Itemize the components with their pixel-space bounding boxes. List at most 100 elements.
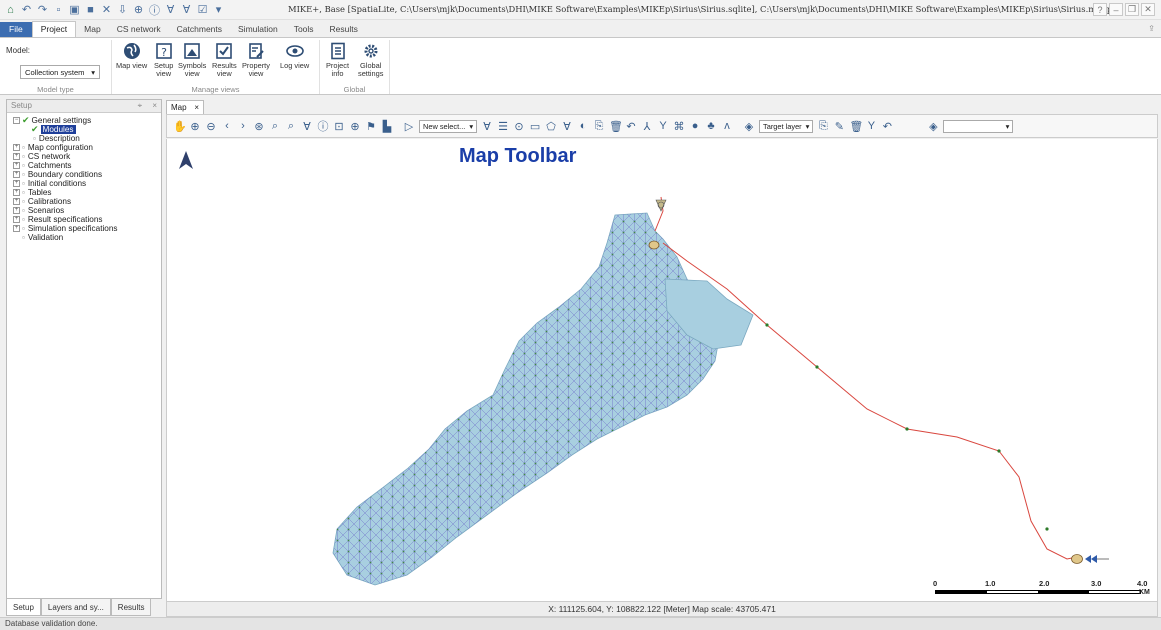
tab-results-panel[interactable]: Results	[110, 599, 152, 616]
pan-icon[interactable]: ✋	[173, 120, 187, 133]
tree-item-modules[interactable]: ✔ Modules	[13, 125, 161, 134]
expand-icon[interactable]: +	[13, 207, 20, 214]
tab-cs-network[interactable]: CS network	[109, 22, 169, 37]
deselect-icon[interactable]: ∀	[561, 120, 573, 133]
outlet-bottom[interactable]	[1071, 554, 1110, 564]
save-icon[interactable]: ■	[84, 3, 97, 16]
undo-edit-icon[interactable]: ↶	[625, 120, 637, 133]
delete-icon[interactable]: 🗑	[609, 120, 623, 133]
chart-icon[interactable]: ▙	[381, 120, 393, 133]
tab-simulation[interactable]: Simulation	[230, 22, 286, 37]
select-arrow-icon[interactable]: ▷	[403, 120, 415, 133]
symbols-view-button[interactable]: Symbols view	[178, 42, 206, 78]
select-filter-icon[interactable]: ∀	[164, 3, 177, 16]
expand-icon[interactable]: +	[13, 180, 20, 187]
layers-icon[interactable]: ◈	[743, 120, 755, 133]
app-logo-icon[interactable]: ⌂	[4, 3, 17, 16]
flag-icon[interactable]: ⚑	[365, 120, 377, 133]
filter-icon[interactable]: ∀	[180, 3, 193, 16]
tab-file[interactable]: File	[0, 22, 32, 37]
tree-item-simulation-specifications[interactable]: + ▫ Simulation specifications	[13, 224, 161, 233]
selection-mode-select[interactable]: New select... ▾	[419, 119, 478, 133]
nodes-icon[interactable]: ●	[689, 120, 701, 132]
layer-dropdown[interactable]: ▾	[943, 119, 1014, 133]
tree-item-validation[interactable]: ▫ Validation	[13, 233, 161, 242]
trace-icon[interactable]: ⅄	[641, 120, 653, 133]
expand-icon[interactable]: +	[13, 162, 20, 169]
undo-feature-icon[interactable]: ↶	[881, 120, 893, 133]
full-extent-icon[interactable]: ⊛	[253, 120, 265, 133]
zoom-selection-icon[interactable]: ⌕	[285, 120, 297, 133]
tab-setup[interactable]: Setup	[6, 599, 41, 616]
zoom-layer-icon[interactable]: ⌕	[269, 120, 281, 133]
tab-project[interactable]: Project	[31, 21, 77, 37]
map-document-tab[interactable]: Map ×	[166, 100, 204, 114]
layer-stack-icon[interactable]: ◈	[927, 120, 939, 133]
tree-item-boundary-conditions[interactable]: + ▫ Boundary conditions	[13, 170, 161, 179]
tree-item-catchments[interactable]: + ▫ Catchments	[13, 161, 161, 170]
select-filter-icon[interactable]: ∀	[301, 120, 313, 133]
tab-tools[interactable]: Tools	[286, 22, 322, 37]
tree-item-tables[interactable]: + ▫ Tables	[13, 188, 161, 197]
minimize-button[interactable]: –	[1109, 3, 1123, 16]
main-pipe[interactable]	[654, 196, 1078, 560]
customize-dropdown-icon[interactable]: ▾	[212, 3, 225, 16]
catchment-polygons[interactable]	[332, 212, 754, 586]
tab-map[interactable]: Map	[76, 22, 109, 37]
expand-icon[interactable]: +	[13, 144, 20, 151]
tab-layers-and-symbols[interactable]: Layers and sy...	[40, 599, 111, 616]
expand-icon[interactable]: +	[13, 189, 20, 196]
split-icon[interactable]: Y	[865, 120, 877, 132]
close-tab-icon[interactable]: ×	[194, 103, 199, 112]
undo-icon[interactable]: ↶	[20, 3, 33, 16]
tree-item-scenarios[interactable]: + ▫ Scenarios	[13, 206, 161, 215]
expand-icon[interactable]: +	[13, 225, 20, 232]
pin-icon[interactable]: ⌖	[138, 101, 143, 110]
coordinates-icon[interactable]: ⊕	[349, 120, 361, 133]
map-view-button[interactable]: Map view	[116, 42, 147, 70]
help-button[interactable]: ?	[1093, 3, 1107, 16]
open-icon[interactable]: ▣	[68, 3, 81, 16]
mouse-icon[interactable]: ⊙	[513, 120, 525, 133]
map-canvas[interactable]: Map Toolbar 0 1.0 2.0 3.0 4.0 KM	[166, 139, 1158, 601]
invert-selection-icon[interactable]: ◐	[577, 120, 589, 132]
expand-icon[interactable]: +	[13, 198, 20, 205]
model-select[interactable]: Collection system ▾	[20, 65, 100, 79]
close-panel-icon[interactable]: ×	[152, 101, 157, 110]
redo-icon[interactable]: ↷	[36, 3, 49, 16]
global-settings-button[interactable]: Global settings	[358, 42, 383, 78]
expand-icon[interactable]: +	[13, 171, 20, 178]
previous-extent-icon[interactable]: ‹	[221, 120, 233, 132]
close-doc-icon[interactable]: ✕	[100, 3, 113, 16]
tree-icon[interactable]: ♣	[705, 120, 717, 132]
new-feature-icon[interactable]: ⎘	[817, 120, 829, 133]
expand-icon[interactable]: +	[13, 153, 20, 160]
delete-feature-icon[interactable]: 🗑	[849, 120, 863, 133]
connect-icon[interactable]: ʌ	[721, 120, 733, 132]
zoom-out-icon[interactable]: ⊖	[205, 120, 217, 133]
setup-view-button[interactable]: ? Setup view	[154, 42, 173, 78]
tree-item-description[interactable]: ▫ Description	[13, 134, 161, 143]
tab-catchments[interactable]: Catchments	[169, 22, 230, 37]
tab-results[interactable]: Results	[322, 22, 366, 37]
restore-button[interactable]: ❐	[1125, 3, 1139, 16]
copy-icon[interactable]: ⎘	[593, 120, 605, 133]
zoom-in-icon[interactable]: ⊕	[189, 120, 201, 133]
collapse-icon[interactable]: −	[13, 117, 20, 124]
tree-item-map-configuration[interactable]: + ▫ Map configuration	[13, 143, 161, 152]
tree-item-cs-network[interactable]: + ▫ CS network	[13, 152, 161, 161]
network-icon[interactable]: ⌘	[673, 120, 685, 133]
validate-icon[interactable]: ☑	[196, 3, 209, 16]
edit-pencil-icon[interactable]: ✎	[833, 120, 845, 133]
import-icon[interactable]: ⇩	[116, 3, 129, 16]
polygon-select-icon[interactable]: ⬠	[545, 120, 557, 133]
log-view-button[interactable]: Log view	[280, 42, 309, 70]
property-view-button[interactable]: Property view	[242, 42, 270, 78]
expand-icon[interactable]: +	[13, 216, 20, 223]
target-layer-select[interactable]: Target layer ▾	[759, 119, 814, 133]
next-extent-icon[interactable]: ›	[237, 120, 249, 132]
close-window-button[interactable]: ✕	[1141, 3, 1155, 16]
list-icon[interactable]: ☰	[497, 120, 509, 133]
new-file-icon[interactable]: ▫	[52, 3, 65, 16]
tree-item-result-specifications[interactable]: + ▫ Result specifications	[13, 215, 161, 224]
